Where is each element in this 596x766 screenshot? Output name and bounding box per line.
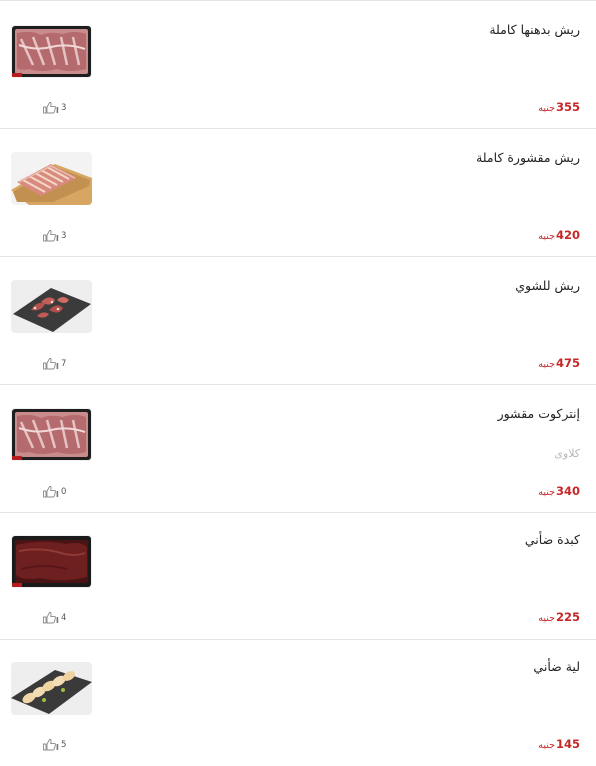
product-card[interactable]: لية ضأني 145جنيه 5 [0, 639, 596, 766]
product-title[interactable]: ريش مقشورة كاملة [476, 150, 580, 165]
product-image[interactable] [11, 25, 92, 78]
price-value: 340 [555, 484, 580, 498]
product-card[interactable]: ريش مقشورة كاملة 420جنيه 3 [0, 128, 596, 255]
product-title[interactable]: لية ضأني [533, 659, 580, 674]
price-currency: جنيه [538, 613, 555, 624]
thumbs-up-icon [43, 738, 59, 751]
price-currency: جنيه [538, 231, 555, 242]
thumbs-up-icon [43, 101, 59, 114]
product-image[interactable] [11, 535, 92, 588]
product-image[interactable] [11, 662, 92, 715]
lamb-rack-board-image [11, 152, 92, 205]
product-price: 420جنيه [538, 228, 580, 242]
product-price: 355جنيه [538, 100, 580, 114]
like-count: 7 [61, 358, 67, 369]
like-counter[interactable]: 3 [42, 101, 66, 114]
price-value: 145 [555, 737, 580, 751]
like-count: 5 [61, 739, 67, 750]
price-currency: جنيه [538, 359, 555, 370]
like-counter[interactable]: 4 [42, 611, 66, 624]
product-card[interactable]: إنتركوت مقشور كلاوى 340جنيه 0 [0, 384, 596, 511]
price-currency: جنيه [538, 103, 555, 114]
price-currency: جنيه [538, 487, 555, 498]
product-title[interactable]: ريش للشوي [515, 278, 580, 293]
product-price: 340جنيه [538, 484, 580, 498]
like-counter[interactable]: 0 [42, 485, 66, 498]
like-counter[interactable]: 3 [42, 229, 66, 242]
price-value: 475 [555, 356, 580, 370]
product-card[interactable]: ريش للشوي 475جنيه 7 [0, 256, 596, 383]
product-image[interactable] [11, 280, 92, 333]
like-count: 3 [61, 102, 67, 113]
price-value: 355 [555, 100, 580, 114]
product-image[interactable] [11, 152, 92, 205]
product-price: 145جنيه [538, 737, 580, 751]
product-price: 475جنيه [538, 356, 580, 370]
like-count: 4 [61, 612, 67, 623]
like-count: 3 [61, 230, 67, 241]
thumbs-up-icon [43, 611, 59, 624]
product-subtitle: كلاوى [554, 447, 580, 460]
product-title[interactable]: ريش بدهنها كاملة [489, 22, 580, 37]
price-value: 420 [555, 228, 580, 242]
product-price: 225جنيه [538, 610, 580, 624]
price-value: 225 [555, 610, 580, 624]
product-title[interactable]: إنتركوت مقشور [498, 406, 580, 421]
fat-slate-image [11, 662, 92, 715]
product-image[interactable] [11, 408, 92, 461]
thumbs-up-icon [43, 229, 59, 242]
like-counter[interactable]: 5 [42, 738, 66, 751]
price-currency: جنيه [538, 740, 555, 751]
lamb-ribs-tray-image [11, 25, 92, 78]
thumbs-up-icon [43, 357, 59, 370]
like-count: 0 [61, 486, 67, 497]
product-card[interactable]: كبدة ضأني 225جنيه 4 [0, 512, 596, 639]
product-card[interactable]: ريش بدهنها كاملة 355جنيه 3 [0, 0, 596, 127]
thumbs-up-icon [43, 485, 59, 498]
like-counter[interactable]: 7 [42, 357, 66, 370]
product-title[interactable]: كبدة ضأني [525, 532, 580, 547]
liver-tray-image [11, 535, 92, 588]
lamb-ribs-tray-image [11, 408, 92, 461]
grill-chops-slate-image [11, 280, 92, 333]
